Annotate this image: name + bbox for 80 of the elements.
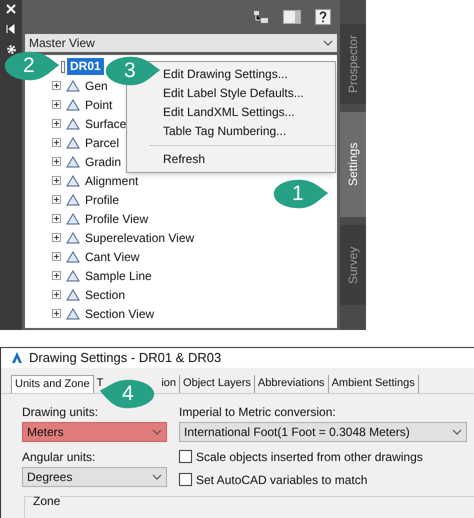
callout-tooltip [272,178,330,210]
expand-icon[interactable] [52,119,61,128]
tree-node-icon [65,134,81,150]
callout-number: 3 [124,59,136,83]
close-icon[interactable] [6,4,16,14]
expand-icon[interactable] [52,195,61,204]
expand-icon[interactable] [52,309,61,318]
group-label: Zone [33,494,60,508]
app-logo-icon [11,351,23,364]
chevron-down-icon [152,428,162,434]
checkbox[interactable] [179,450,192,463]
menu-item[interactable]: Edit LandXML Settings... [163,103,295,122]
tree-item[interactable]: Gradin [85,152,122,170]
tree-item[interactable]: Sample Line [85,266,152,284]
chevron-down-icon [452,428,462,434]
tree-node-icon [65,96,81,112]
hierarchy-icon[interactable] [253,10,269,24]
tree-node-icon [65,154,81,170]
field-label: Imperial to Metric conversion: [179,404,337,420]
expand-icon[interactable] [52,81,61,90]
tree-node-icon [65,192,81,208]
help-icon[interactable] [315,9,331,25]
callout-tooltip [98,378,156,410]
tree-node-icon [65,306,81,322]
tree-item[interactable]: Superelevation View [85,228,194,246]
units-dropdown[interactable]: Meters [22,422,167,442]
tree-item[interactable]: Parcel [85,134,120,152]
side-tab[interactable]: Prospector [340,24,366,104]
side-tab[interactable]: Survey [340,225,366,305]
checkbox[interactable] [179,473,192,486]
tree-item[interactable]: Gen [85,76,108,94]
expand-icon[interactable] [52,214,61,223]
expand-icon[interactable] [52,290,61,299]
tree-item[interactable]: Profile [85,190,120,208]
tree-item[interactable]: Section View [85,304,154,322]
tree-node-icon [65,230,81,246]
menu-item[interactable]: Edit Label Style Defaults... [163,84,304,103]
tree-node-icon [65,172,81,188]
tree-node-icon [65,248,81,264]
expand-icon[interactable] [52,100,61,109]
field-label: Angular units: [22,448,96,464]
conversion-dropdown[interactable]: International Foot(1 Foot = 0.3048 Meters) [179,422,467,442]
tree-node-icon [65,78,81,94]
dialog-tab[interactable]: Units and Zone [11,374,94,392]
menu-item[interactable]: Edit Drawing Settings... [163,65,288,84]
tree-item[interactable]: Profile View [85,210,148,228]
expand-icon[interactable] [52,252,61,261]
tree-node-icon [65,210,81,226]
tree-node-icon [65,286,81,302]
expand-icon[interactable] [52,157,61,166]
callout-number: 4 [122,382,134,406]
tree-item[interactable]: Cant View [85,248,140,266]
dialog-tab[interactable]: Abbreviations [254,374,329,392]
field-label: Drawing units: [22,404,100,420]
chevron-down-icon [323,40,333,46]
checkbox-label: Scale objects inserted from other drawings [196,448,423,466]
chevron-down-icon [152,474,162,480]
expand-icon[interactable] [52,176,61,185]
tree-item[interactable]: Point [85,96,112,114]
expand-icon[interactable] [52,271,61,280]
menu-item[interactable]: Table Tag Numbering... [163,122,286,141]
tree-item[interactable]: Surface [85,114,126,132]
menu-item[interactable]: Refresh [163,150,206,169]
callout-number: 1 [292,182,304,206]
view-dropdown[interactable]: Master View [25,34,337,52]
units-dropdown[interactable]: Degrees [22,466,167,486]
callout-tooltip [3,50,61,82]
tree-item[interactable]: Section [85,286,126,304]
expand-icon[interactable] [52,233,61,242]
tree-item[interactable]: DR01 [67,58,104,75]
callout-number: 2 [23,54,35,78]
settings-icon[interactable] [6,44,16,55]
tree-node-icon [65,268,81,284]
checkbox-label: Set AutoCAD variables to match [196,472,368,488]
tree-item[interactable]: Alignment [85,172,138,190]
window-title: Drawing Settings - DR01 & DR03 [29,349,222,367]
expand-icon[interactable] [52,138,61,147]
tree-node-icon [65,116,81,132]
dialog-tab[interactable]: Ambient Settings [328,374,419,392]
side-tab[interactable]: Settings [340,112,366,217]
